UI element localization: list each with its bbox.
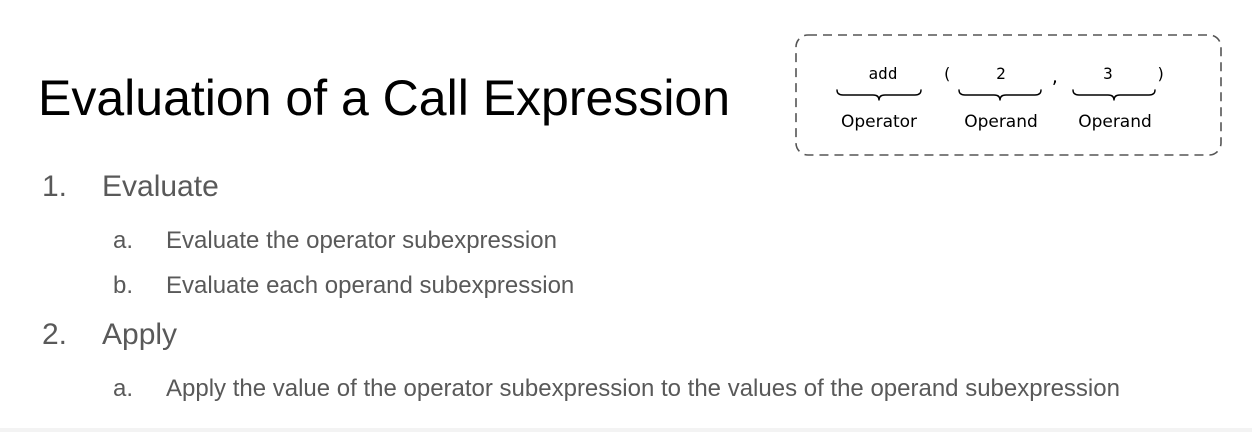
bottom-strip [0, 428, 1252, 432]
substep-letter: a. [113, 227, 134, 254]
step-text: Apply [102, 318, 178, 351]
substep-letter: b. [113, 272, 134, 299]
substep-text: Evaluate each operand subexpression [166, 272, 575, 299]
substep-text: Evaluate the operator subexpression [166, 227, 557, 254]
slide: Evaluation of a Call Expression add ( 2 … [0, 0, 1252, 432]
substep-letter: a. [113, 375, 134, 402]
steps-list: 1. Evaluate a. Evaluate the operator sub… [0, 0, 1252, 432]
step-number: 2. [42, 318, 68, 351]
substep-text: Apply the value of the operator subexpre… [166, 375, 1120, 402]
step-number: 1. [42, 170, 68, 203]
step-text: Evaluate [102, 170, 219, 203]
